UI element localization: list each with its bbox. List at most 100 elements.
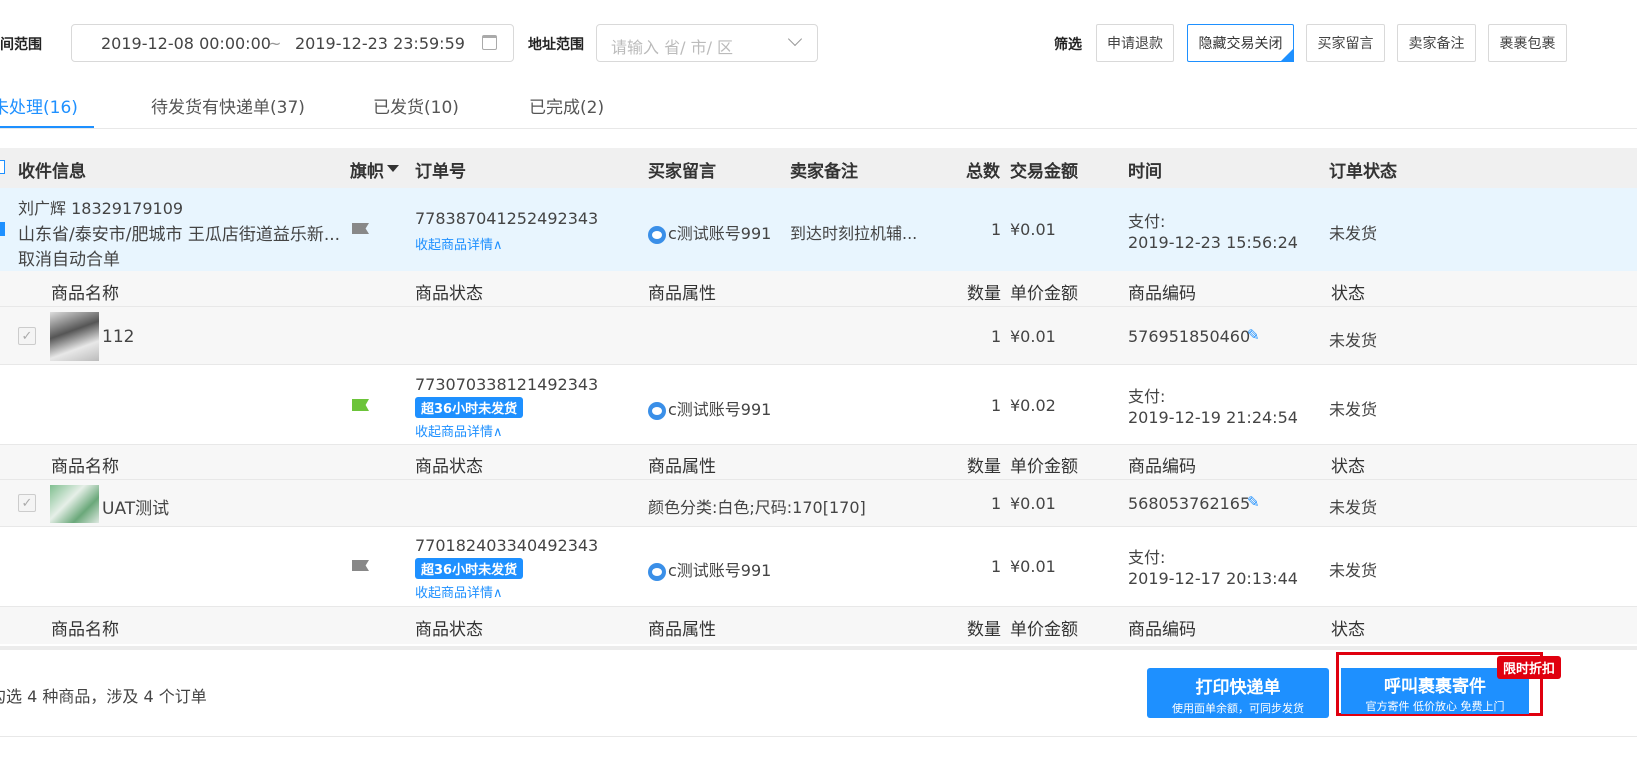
- item-status: 未发货: [1329, 331, 1378, 350]
- order-row[interactable]: 773070338121492343 超36小时未发货 收起商品详情∧ c测试账…: [0, 366, 1637, 444]
- tabs-divider: [0, 128, 1637, 129]
- promo-badge: 限时折扣: [1497, 656, 1562, 679]
- col-item-price: 单价金额: [1010, 284, 1078, 304]
- product-name-link[interactable]: 112: [102, 327, 134, 347]
- print-waybill-subtitle: 使用面单余额，可同步发货: [1172, 702, 1304, 715]
- col-amount: 交易金额: [1010, 162, 1078, 182]
- flag-icon[interactable]: [352, 223, 369, 234]
- filter-chip-hide-closed[interactable]: 隐藏交易关闭: [1187, 24, 1294, 62]
- item-attr: 颜色分类:白色;尺码:170[170]: [648, 498, 866, 517]
- wangwang-icon: [648, 401, 666, 420]
- address-select[interactable]: 请输入 省/ 市/ 区: [596, 24, 818, 62]
- item-row[interactable]: ✓ UAT测试 颜色分类:白色;尺码:170[170] 1 ¥0.01 5680…: [0, 480, 1637, 527]
- chevron-down-icon[interactable]: [787, 31, 803, 47]
- order-total: 1: [991, 396, 1002, 415]
- order-amount: ¥0.02: [1010, 396, 1056, 415]
- item-price: ¥0.01: [1010, 494, 1056, 513]
- order-row[interactable]: 770182403340492343 超36小时未发货 收起商品详情∧ c测试账…: [0, 527, 1637, 606]
- footer-divider: [0, 736, 1637, 737]
- col-item-attr: 商品属性: [648, 620, 716, 640]
- order-number-link[interactable]: 778387041252492343: [415, 209, 598, 228]
- col-item-price: 单价金额: [1010, 620, 1078, 640]
- select-all-checkbox[interactable]: [0, 160, 5, 174]
- address-placeholder: 请输入 省/ 市/ 区: [611, 38, 734, 57]
- calendar-icon[interactable]: [482, 35, 497, 50]
- print-waybill-button[interactable]: 打印快递单 使用面单余额，可同步发货: [1147, 668, 1329, 718]
- buyer-chat-link[interactable]: c测试账号991: [648, 220, 771, 244]
- filter-chip-buyer-msg[interactable]: 买家留言: [1306, 24, 1385, 62]
- edit-icon[interactable]: ✎: [1247, 326, 1260, 344]
- col-buyer-msg: 买家留言: [648, 162, 716, 182]
- collapse-detail-link[interactable]: 收起商品详情∧: [415, 421, 503, 440]
- product-name-link[interactable]: UAT测试: [102, 494, 169, 519]
- seller-note: 到达时刻拉机辅...: [790, 224, 918, 243]
- col-time: 时间: [1128, 162, 1162, 182]
- table-header: 收件信息 旗帜 订单号 买家留言 卖家备注 总数 交易金额 时间 订单状态: [0, 148, 1637, 188]
- date-range-picker[interactable]: 2019-12-08 00:00:00 ~ 2019-12-23 23:59:5…: [71, 24, 514, 62]
- overdue-badge: 超36小时未发货: [415, 558, 524, 579]
- order-number-link[interactable]: 773070338121492343: [415, 375, 598, 394]
- item-price: ¥0.01: [1010, 327, 1056, 346]
- pay-time: 2019-12-19 21:24:54: [1128, 408, 1298, 427]
- tab-pending-with-waybill[interactable]: 待发货有快递单(37): [151, 93, 305, 118]
- item-code: 568053762165: [1128, 494, 1251, 513]
- product-thumbnail[interactable]: [50, 312, 99, 361]
- col-item-price: 单价金额: [1010, 457, 1078, 477]
- date-end: 2019-12-23 23:59:59: [295, 34, 465, 53]
- col-item-attr: 商品属性: [648, 284, 716, 304]
- order-number-link[interactable]: 770182403340492343: [415, 536, 598, 555]
- overdue-badge: 超36小时未发货: [415, 397, 524, 418]
- time-label: 支付:: [1128, 212, 1166, 231]
- call-guoguo-subtitle: 官方寄件 低价放心 免费上门: [1365, 700, 1505, 713]
- col-item-code: 商品编码: [1128, 620, 1196, 640]
- col-flag[interactable]: 旗帜: [350, 157, 384, 182]
- order-row[interactable]: 刘广辉 18329179109 山东省/泰安市/肥城市 王瓜店街道益乐新... …: [0, 188, 1637, 271]
- col-item-name: 商品名称: [51, 284, 119, 304]
- item-checkbox[interactable]: ✓: [18, 494, 36, 512]
- flag-icon[interactable]: [352, 399, 369, 411]
- pay-time: 2019-12-17 20:13:44: [1128, 569, 1298, 588]
- col-receiver: 收件信息: [18, 162, 86, 182]
- buyer-name: c测试账号991: [668, 561, 772, 580]
- address-range-label: 地址范围: [528, 37, 584, 53]
- item-qty: 1: [991, 327, 1002, 346]
- filter-label: 筛选: [1054, 37, 1082, 53]
- selection-summary: 勾选 4 种商品，涉及 4 个订单: [0, 687, 207, 706]
- filter-chip-hide-closed-label: 隐藏交易关闭: [1198, 36, 1283, 52]
- tab-completed[interactable]: 已完成(2): [529, 93, 604, 118]
- filter-chip-refund[interactable]: 申请退款: [1096, 24, 1174, 62]
- collapse-detail-link[interactable]: 收起商品详情∧: [415, 582, 503, 601]
- check-corner-icon: [1280, 48, 1294, 62]
- col-item-status: 状态: [1331, 457, 1365, 477]
- buyer-chat-link[interactable]: c测试账号991: [648, 557, 771, 581]
- col-item-status: 状态: [1331, 284, 1365, 304]
- col-item-name: 商品名称: [51, 620, 119, 640]
- flag-sort-icon[interactable]: [387, 165, 399, 172]
- collapse-detail-link[interactable]: 收起商品详情∧: [415, 234, 503, 253]
- item-header: 商品名称 商品状态 商品属性 数量 单价金额 商品编码 状态: [0, 606, 1637, 644]
- col-item-status: 状态: [1331, 620, 1365, 640]
- receiver-address: 山东省/泰安市/肥城市 王瓜店街道益乐新...: [18, 225, 341, 245]
- item-status: 未发货: [1329, 498, 1378, 517]
- order-checkbox[interactable]: [0, 222, 5, 236]
- order-amount: ¥0.01: [1010, 557, 1056, 576]
- item-header: 商品名称 商品状态 商品属性 数量 单价金额 商品编码 状态: [0, 444, 1637, 480]
- product-thumbnail[interactable]: [50, 485, 99, 523]
- cancel-auto-merge-link[interactable]: 取消自动合单: [18, 245, 120, 270]
- buyer-name: c测试账号991: [668, 224, 772, 243]
- filter-chip-guoguo[interactable]: 裹裹包裹: [1488, 24, 1567, 62]
- tab-unprocessed[interactable]: 未处理(16): [0, 93, 78, 118]
- col-item-code: 商品编码: [1128, 457, 1196, 477]
- buyer-chat-link[interactable]: c测试账号991: [648, 396, 771, 420]
- order-status: 未发货: [1329, 561, 1378, 580]
- filter-chip-seller-note[interactable]: 卖家备注: [1397, 24, 1476, 62]
- tab-shipped[interactable]: 已发货(10): [373, 93, 459, 118]
- flag-icon[interactable]: [352, 560, 369, 571]
- item-row[interactable]: ✓ 112 1 ¥0.01 576951850460 ✎ 未发货: [0, 307, 1637, 365]
- wangwang-icon: [648, 562, 666, 581]
- order-amount: ¥0.01: [1010, 220, 1056, 239]
- date-start: 2019-12-08 00:00:00: [101, 34, 271, 53]
- item-qty: 1: [991, 494, 1002, 513]
- item-checkbox[interactable]: ✓: [18, 327, 36, 345]
- edit-icon[interactable]: ✎: [1247, 493, 1260, 511]
